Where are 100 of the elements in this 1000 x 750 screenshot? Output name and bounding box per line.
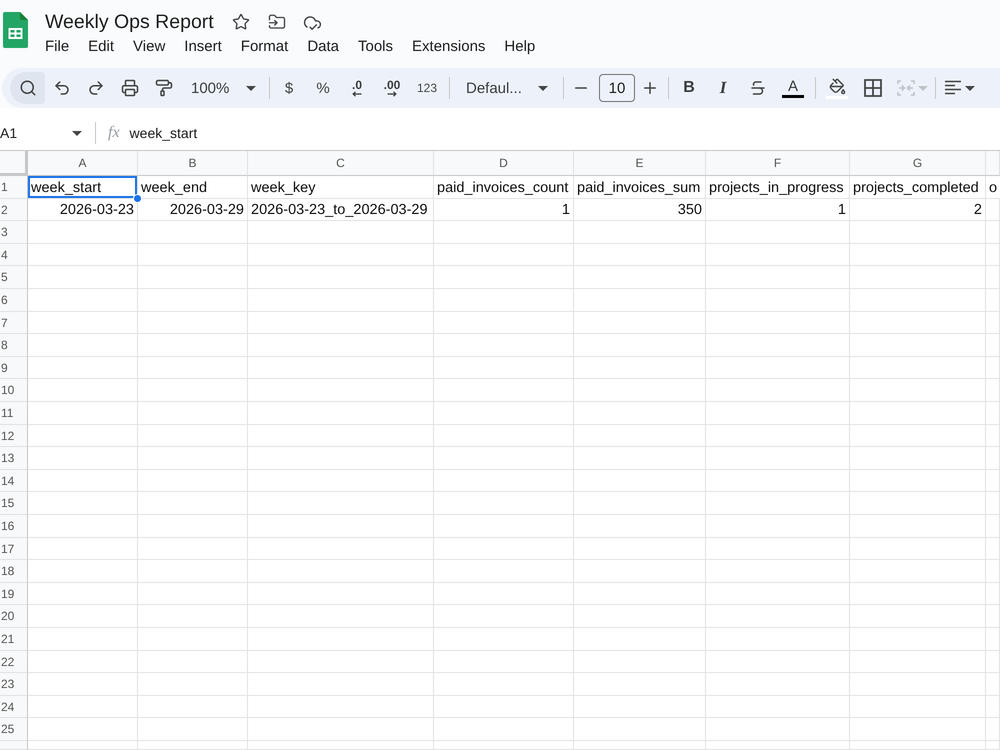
row-header[interactable]: 22: [0, 651, 28, 673]
row-header[interactable]: 15: [0, 492, 28, 515]
empty-cell[interactable]: [434, 741, 574, 750]
menu-item[interactable]: Edit: [82, 37, 120, 57]
empty-cell[interactable]: [986, 312, 1000, 334]
empty-cell[interactable]: [850, 605, 986, 628]
empty-cell[interactable]: [138, 605, 248, 628]
table-cell[interactable]: paid_invoices_sum: [574, 176, 706, 199]
empty-cell[interactable]: [850, 741, 986, 750]
empty-cell[interactable]: [138, 425, 248, 447]
empty-cell[interactable]: [248, 357, 434, 379]
empty-cell[interactable]: [986, 538, 1000, 560]
column-header[interactable]: G: [850, 151, 986, 176]
empty-cell[interactable]: [248, 289, 434, 312]
empty-cell[interactable]: [434, 515, 574, 538]
empty-cell[interactable]: [986, 289, 1000, 312]
empty-cell[interactable]: [986, 447, 1000, 470]
menu-item[interactable]: Insert: [178, 37, 228, 57]
empty-cell[interactable]: [434, 289, 574, 312]
empty-cell[interactable]: [574, 244, 706, 266]
empty-cell[interactable]: [434, 221, 574, 244]
search-button[interactable]: [10, 72, 45, 104]
empty-cell[interactable]: [706, 470, 850, 492]
empty-cell[interactable]: [248, 492, 434, 515]
empty-cell[interactable]: [434, 605, 574, 628]
empty-cell[interactable]: [706, 560, 850, 583]
empty-cell[interactable]: [850, 334, 986, 357]
empty-cell[interactable]: [574, 741, 706, 750]
empty-cell[interactable]: [138, 651, 248, 673]
document-title[interactable]: Weekly Ops Report: [45, 11, 214, 33]
row-header[interactable]: 20: [0, 605, 28, 628]
row-header[interactable]: 2: [0, 199, 28, 221]
table-cell[interactable]: 2026-03-23_to_2026-03-29: [248, 199, 434, 221]
empty-cell[interactable]: [850, 673, 986, 696]
empty-cell[interactable]: [574, 334, 706, 357]
empty-cell[interactable]: [574, 425, 706, 447]
row-header[interactable]: [0, 741, 28, 750]
table-cell[interactable]: 2: [850, 199, 986, 221]
empty-cell[interactable]: [574, 696, 706, 718]
empty-cell[interactable]: [850, 628, 986, 651]
table-cell[interactable]: projects_completed: [850, 176, 986, 199]
menu-item[interactable]: Help: [498, 37, 542, 57]
empty-cell[interactable]: [850, 379, 986, 402]
empty-cell[interactable]: [706, 538, 850, 560]
empty-cell[interactable]: [850, 515, 986, 538]
spreadsheet-icon[interactable]: [3, 12, 28, 48]
table-cell[interactable]: week_key: [248, 176, 434, 199]
empty-cell[interactable]: [434, 718, 574, 741]
row-header[interactable]: 24: [0, 696, 28, 718]
empty-cell[interactable]: [138, 334, 248, 357]
empty-cell[interactable]: [248, 560, 434, 583]
empty-cell[interactable]: [574, 447, 706, 470]
table-cell[interactable]: projects_in_progress: [706, 176, 850, 199]
row-header[interactable]: 4: [0, 244, 28, 266]
empty-cell[interactable]: [138, 628, 248, 651]
empty-cell[interactable]: [850, 402, 986, 425]
empty-cell[interactable]: [434, 492, 574, 515]
empty-cell[interactable]: [706, 741, 850, 750]
empty-cell[interactable]: [986, 718, 1000, 741]
empty-cell[interactable]: [706, 696, 850, 718]
strikethrough-icon[interactable]: [749, 79, 767, 97]
paint-roller-icon[interactable]: [155, 79, 173, 97]
empty-cell[interactable]: [574, 515, 706, 538]
empty-cell[interactable]: [986, 470, 1000, 492]
empty-cell[interactable]: [850, 470, 986, 492]
empty-cell[interactable]: [248, 605, 434, 628]
empty-cell[interactable]: [574, 289, 706, 312]
empty-cell[interactable]: [850, 696, 986, 718]
empty-cell[interactable]: [850, 583, 986, 605]
row-header[interactable]: 12: [0, 425, 28, 447]
column-header[interactable]: C: [248, 151, 434, 176]
star-icon[interactable]: [232, 13, 250, 31]
empty-cell[interactable]: [706, 628, 850, 651]
caret-icon[interactable]: [538, 86, 548, 90]
row-header[interactable]: 17: [0, 538, 28, 560]
empty-cell[interactable]: [986, 583, 1000, 605]
empty-cell[interactable]: [706, 515, 850, 538]
empty-cell[interactable]: [706, 718, 850, 741]
empty-cell[interactable]: [706, 673, 850, 696]
empty-cell[interactable]: [986, 651, 1000, 673]
empty-cell[interactable]: [986, 515, 1000, 538]
empty-cell[interactable]: [850, 289, 986, 312]
empty-cell[interactable]: [850, 447, 986, 470]
empty-cell[interactable]: [434, 696, 574, 718]
grid-icon[interactable]: [864, 79, 882, 97]
empty-cell[interactable]: [706, 312, 850, 334]
empty-cell[interactable]: [138, 583, 248, 605]
decrease-decimal-button[interactable]: .0: [343, 74, 371, 102]
row-header[interactable]: 1: [0, 176, 28, 199]
selection-handle-icon[interactable]: [133, 194, 142, 203]
empty-cell[interactable]: [850, 718, 986, 741]
empty-cell[interactable]: [248, 402, 434, 425]
empty-cell[interactable]: [574, 470, 706, 492]
empty-cell[interactable]: [434, 560, 574, 583]
empty-cell[interactable]: [248, 696, 434, 718]
empty-cell[interactable]: [986, 244, 1000, 266]
plus-icon[interactable]: [641, 79, 659, 97]
empty-cell[interactable]: [706, 289, 850, 312]
empty-cell[interactable]: [138, 515, 248, 538]
empty-cell[interactable]: [434, 447, 574, 470]
